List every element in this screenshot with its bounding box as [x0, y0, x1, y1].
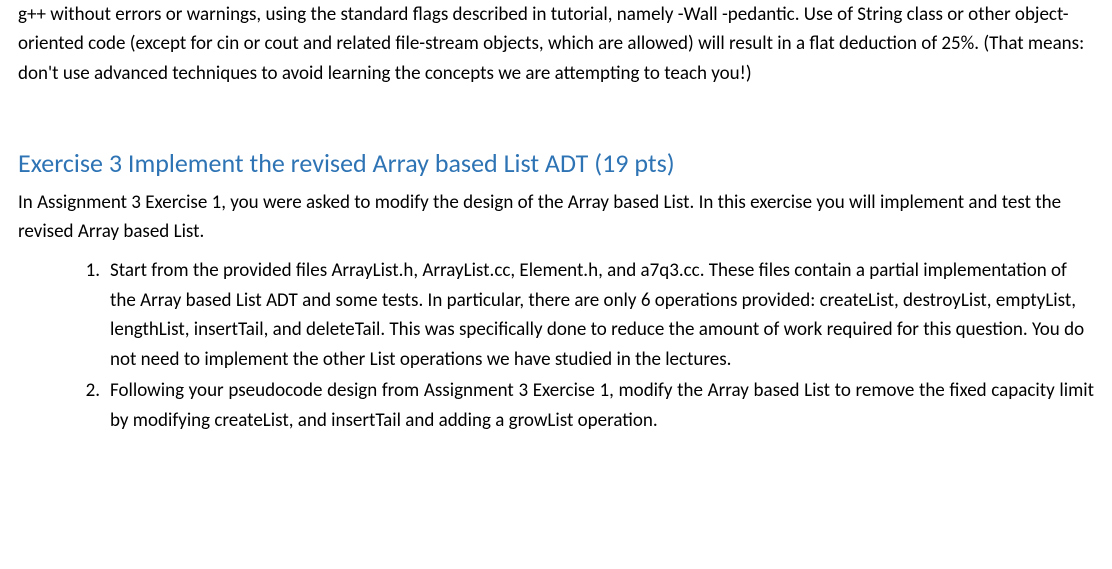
intro-paragraph: g++ without errors or warnings, using th… [18, 0, 1094, 88]
exercise-3-intro: In Assignment 3 Exercise 1, you were ask… [18, 188, 1094, 247]
exercise-3-list: Start from the provided files ArrayList.… [18, 256, 1094, 435]
exercise-3-heading: Exercise 3 Implement the revised Array b… [18, 143, 1094, 183]
list-item: Start from the provided files ArrayList.… [80, 256, 1094, 374]
list-item: Following your pseudocode design from As… [80, 376, 1094, 435]
